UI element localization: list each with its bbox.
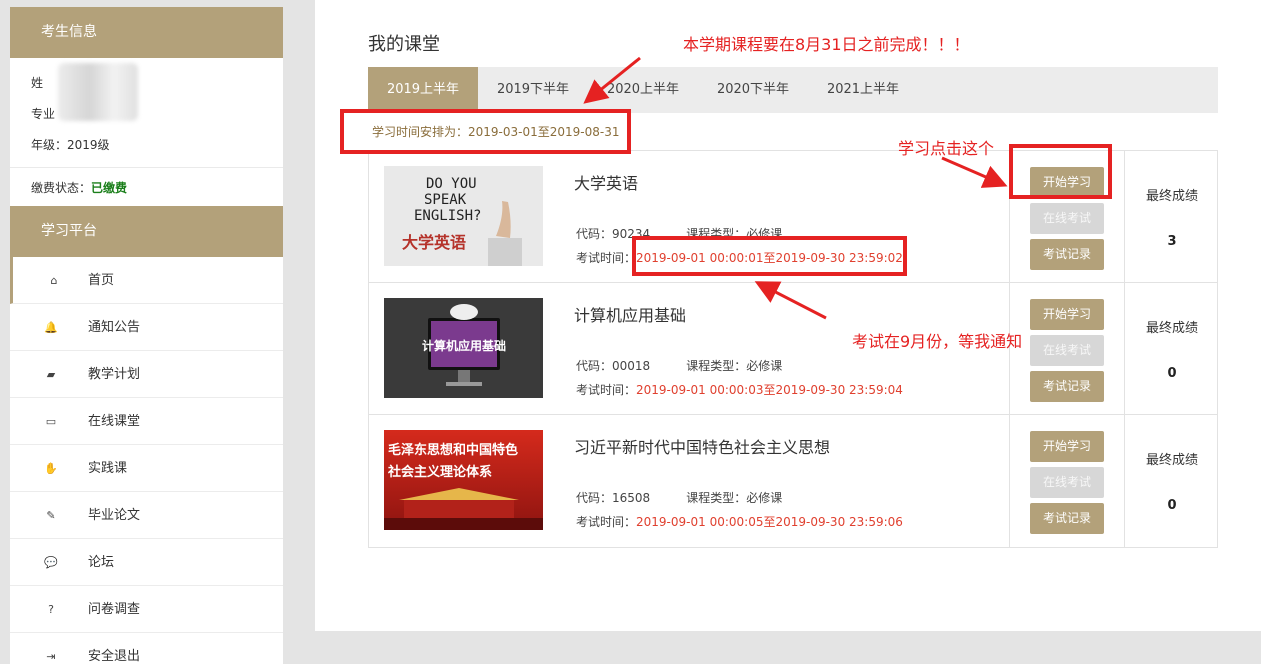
annotation-arrows [583,56,1008,320]
